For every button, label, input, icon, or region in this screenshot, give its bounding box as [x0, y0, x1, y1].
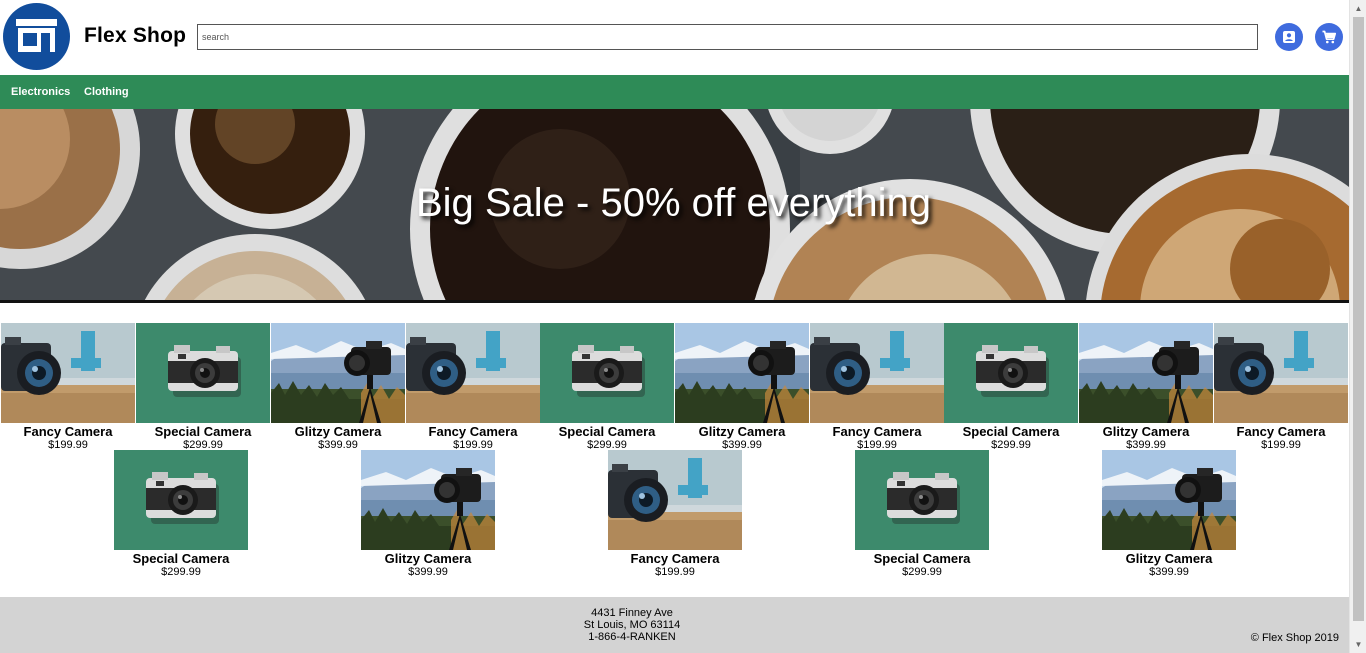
phone-number: 1-866-4-RANKEN	[588, 631, 676, 643]
hero-sale-text-label: Big Sale - 50% off everything	[415, 181, 932, 225]
account-button[interactable]	[1275, 23, 1303, 51]
page-scrollbar[interactable]: ▲ ▼	[1349, 0, 1366, 653]
product-name[interactable]: Special Camera	[855, 551, 989, 566]
nav-item-clothing[interactable]: Clothing	[84, 86, 129, 98]
product-name[interactable]: Fancy Camera	[1, 424, 135, 439]
product-image[interactable]	[608, 450, 742, 550]
product-name[interactable]: Special Camera	[136, 424, 270, 439]
product-card[interactable]: Glitzy Camera $399.99	[271, 323, 405, 451]
product-name[interactable]: Glitzy Camera	[271, 424, 405, 439]
product-price: $299.99	[902, 566, 942, 578]
product-image[interactable]	[406, 323, 540, 423]
site-footer: 4431 Finney Ave St Louis, MO 63114 1-866…	[0, 597, 1349, 653]
product-image[interactable]	[675, 323, 809, 423]
product-card[interactable]: Special Camera $299.99	[944, 323, 1078, 451]
product-image[interactable]	[540, 323, 674, 423]
product-name[interactable]: Fancy Camera	[810, 424, 944, 439]
product-image[interactable]	[1079, 323, 1213, 423]
page: Flex Shop Electronics Clothing	[0, 0, 1349, 653]
product-price: $399.99	[408, 566, 448, 578]
scroll-down-arrow-icon[interactable]: ▼	[1350, 636, 1366, 653]
category-nav: Electronics Clothing	[0, 75, 1349, 109]
product-name[interactable]: Glitzy Camera	[1102, 551, 1236, 566]
product-name[interactable]: Fancy Camera	[608, 551, 742, 566]
shopping-cart-icon	[1322, 30, 1337, 44]
product-name[interactable]: Special Camera	[114, 551, 248, 566]
hero-banner: Big Sale - 50% off everything	[0, 109, 1349, 303]
product-price: $299.99	[161, 566, 201, 578]
product-card[interactable]: Fancy Camera $199.99	[608, 450, 742, 578]
scroll-up-arrow-icon[interactable]: ▲	[1350, 0, 1366, 17]
product-name[interactable]: Special Camera	[540, 424, 674, 439]
product-card[interactable]: Special Camera $299.99	[114, 450, 248, 578]
hero-sale-text: Big Sale - 50% off everything	[0, 181, 1349, 226]
product-card[interactable]: Glitzy Camera $399.99	[1079, 323, 1213, 451]
product-card[interactable]: Fancy Camera $199.99	[406, 323, 540, 451]
product-image[interactable]	[271, 323, 405, 423]
product-card[interactable]: Glitzy Camera $399.99	[675, 323, 809, 451]
product-price: $199.99	[655, 566, 695, 578]
cart-button[interactable]	[1315, 23, 1343, 51]
site-title: Flex Shop	[84, 24, 187, 47]
product-image[interactable]	[136, 323, 270, 423]
account-icon	[1283, 31, 1295, 43]
product-image[interactable]	[114, 450, 248, 550]
product-image[interactable]	[1, 323, 135, 423]
product-image[interactable]	[1214, 323, 1348, 423]
product-name[interactable]: Special Camera	[944, 424, 1078, 439]
product-image[interactable]	[855, 450, 989, 550]
product-name[interactable]: Glitzy Camera	[361, 551, 495, 566]
site-header: Flex Shop	[0, 0, 1349, 75]
product-image[interactable]	[944, 323, 1078, 423]
scrollbar-thumb[interactable]	[1353, 17, 1364, 621]
search-input[interactable]	[197, 24, 1258, 50]
store-address: 4431 Finney Ave St Louis, MO 63114 1-866…	[532, 607, 732, 643]
address-street: 4431 Finney Ave	[591, 607, 673, 619]
address-city: St Louis, MO 63114	[583, 619, 681, 631]
product-image[interactable]	[361, 450, 495, 550]
product-card[interactable]: Glitzy Camera $399.99	[1102, 450, 1236, 578]
product-price: $399.99	[1149, 566, 1189, 578]
product-card[interactable]: Special Camera $299.99	[855, 450, 989, 578]
product-name[interactable]: Fancy Camera	[1214, 424, 1348, 439]
product-card[interactable]: Glitzy Camera $399.99	[361, 450, 495, 578]
product-card[interactable]: Fancy Camera $199.99	[1, 323, 135, 451]
product-row: Special Camera $299.99 Glitzy Camera $399.9…	[0, 450, 1349, 580]
product-name[interactable]: Glitzy Camera	[1079, 424, 1213, 439]
product-image[interactable]	[810, 323, 944, 423]
product-card[interactable]: Special Camera $299.99	[540, 323, 674, 451]
product-card[interactable]: Special Camera $299.99	[136, 323, 270, 451]
product-image[interactable]	[1102, 450, 1236, 550]
product-card[interactable]: Fancy Camera $199.99	[810, 323, 944, 451]
product-name[interactable]: Fancy Camera	[406, 424, 540, 439]
nav-item-electronics[interactable]: Electronics	[11, 86, 70, 98]
product-name[interactable]: Glitzy Camera	[675, 424, 809, 439]
copyright-text: © Flex Shop 2019	[1250, 632, 1339, 644]
product-row: Fancy Camera $199.99 Special Camera $299.99…	[0, 323, 1349, 451]
product-card[interactable]: Fancy Camera $199.99	[1214, 323, 1348, 451]
storefront-logo-icon[interactable]	[3, 3, 70, 70]
